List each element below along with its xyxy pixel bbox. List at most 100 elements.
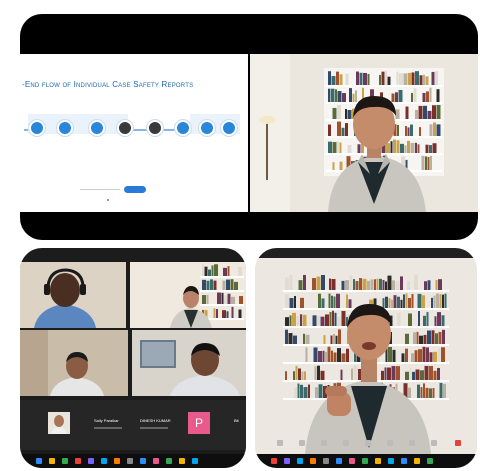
participant-scene: [132, 330, 246, 396]
book: [427, 110, 432, 119]
book: [202, 295, 206, 304]
slide-scrollbar[interactable]: [80, 189, 120, 190]
taskbar-app-icon[interactable]: [179, 458, 185, 464]
taskbar-app-icon[interactable]: [140, 458, 146, 464]
book: [323, 335, 326, 344]
book: [412, 371, 415, 380]
book: [216, 309, 218, 318]
flow-node: [29, 120, 45, 136]
taskbar-app-icon[interactable]: [75, 458, 81, 464]
taskbar-app-icon[interactable]: [101, 458, 107, 464]
book: [417, 144, 420, 153]
taskbar-app-icon[interactable]: [401, 458, 407, 464]
book: [396, 366, 400, 380]
chat-icon[interactable]: [361, 440, 375, 447]
taskbar-app-icon[interactable]: [375, 458, 381, 464]
reactions-icon: [409, 440, 415, 446]
book: [429, 352, 433, 362]
book: [295, 365, 298, 380]
book: [296, 316, 300, 326]
book: [415, 71, 419, 85]
book: [411, 92, 413, 102]
book: [396, 140, 400, 153]
taskbar-app-icon[interactable]: [153, 458, 159, 464]
book: [335, 89, 337, 102]
book: [426, 312, 429, 326]
reactions-icon[interactable]: [405, 440, 419, 447]
book: [312, 278, 316, 290]
book: [396, 71, 399, 85]
book: [367, 280, 370, 290]
mute-icon[interactable]: [273, 440, 287, 447]
book: [438, 331, 442, 344]
book: [437, 368, 440, 380]
slide-button[interactable]: [124, 186, 146, 193]
taskbar-app-icon[interactable]: [49, 458, 55, 464]
taskbar-app-icon[interactable]: [127, 458, 133, 464]
book: [415, 109, 418, 119]
record-icon[interactable]: [383, 440, 397, 447]
speaker-scene: [250, 54, 478, 212]
taskbar-app-icon[interactable]: [336, 458, 342, 464]
flow-node: [175, 120, 191, 136]
book: [289, 315, 292, 326]
taskbar-app-icon[interactable]: [349, 458, 355, 464]
book: [313, 347, 318, 362]
book: [391, 299, 393, 308]
taskbar-app-icon[interactable]: [388, 458, 394, 464]
taskbar-app-icon[interactable]: [323, 458, 329, 464]
taskbar-app-icon[interactable]: [271, 458, 277, 464]
book: [438, 279, 442, 290]
book: [221, 292, 224, 304]
taskbar-app-icon[interactable]: [414, 458, 420, 464]
taskbar-app-icon[interactable]: [114, 458, 120, 464]
book: [414, 350, 418, 362]
book: [318, 350, 322, 362]
taskbar-app-icon[interactable]: [297, 458, 303, 464]
book: [359, 72, 363, 85]
book: [415, 142, 417, 153]
book: [400, 143, 404, 153]
book: [397, 312, 401, 326]
book: [423, 383, 425, 398]
participant-initial-avatar[interactable]: P: [188, 412, 210, 434]
book: [425, 144, 429, 153]
taskbar-app-icon[interactable]: [362, 458, 368, 464]
participant-avatar[interactable]: [48, 412, 70, 434]
book: [429, 366, 433, 380]
book: [339, 74, 343, 85]
book: [429, 124, 433, 136]
taskbar-app-icon[interactable]: [192, 458, 198, 464]
book: [231, 296, 235, 304]
participant-subtext: [140, 427, 168, 429]
book: [210, 279, 213, 290]
book: [329, 311, 332, 326]
taskbar-app-icon[interactable]: [310, 458, 316, 464]
book: [418, 311, 420, 326]
book: [224, 295, 227, 304]
book: [329, 278, 331, 290]
taskbar-app-icon[interactable]: [284, 458, 290, 464]
book: [385, 70, 387, 85]
book: [413, 88, 417, 102]
book: [315, 387, 318, 398]
taskbar-app-icon[interactable]: [88, 458, 94, 464]
book: [401, 353, 405, 362]
participants-icon[interactable]: [317, 440, 331, 447]
book: [206, 280, 210, 290]
taskbar-app-icon[interactable]: [166, 458, 172, 464]
video-icon[interactable]: [295, 440, 309, 447]
book: [337, 104, 341, 119]
book: [374, 279, 376, 290]
taskbar-app-icon[interactable]: [62, 458, 68, 464]
end-icon[interactable]: [451, 440, 465, 447]
book: [414, 274, 418, 290]
taskbar-app-icon[interactable]: [36, 458, 42, 464]
book: [393, 295, 397, 308]
taskbar-app-icon[interactable]: [427, 458, 433, 464]
apps-icon[interactable]: [427, 440, 441, 447]
share-screen-icon[interactable]: [339, 440, 353, 447]
book: [405, 293, 408, 308]
book: [226, 311, 229, 318]
book: [411, 353, 414, 362]
